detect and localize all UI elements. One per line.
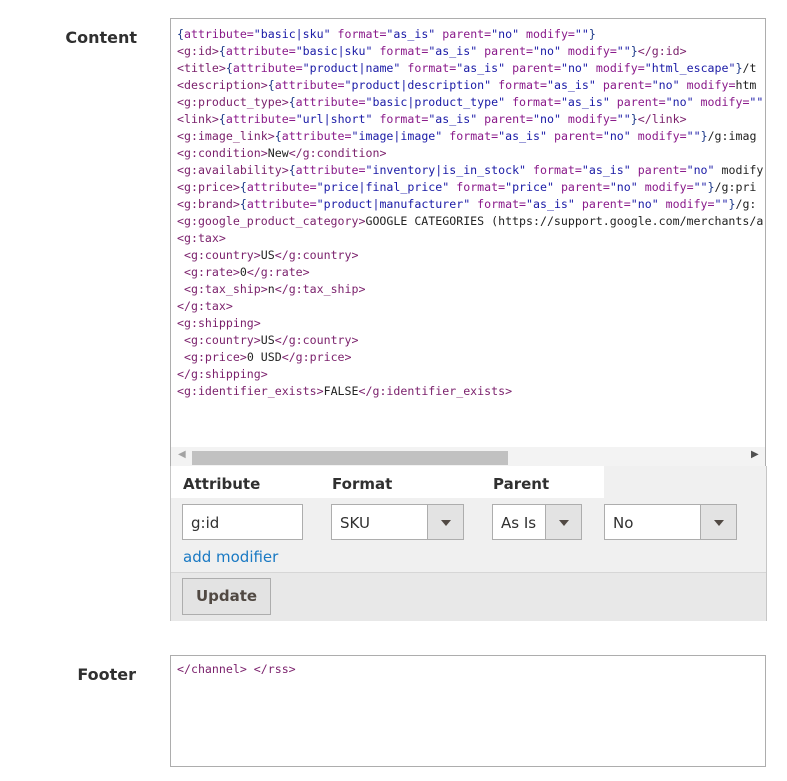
- parent-column-header: Parent: [493, 475, 550, 493]
- code-line: <g:country>US</g:country>: [183, 333, 359, 347]
- code-line: <g:image_link>{attribute="image|image" f…: [177, 129, 757, 143]
- content-code-lines[interactable]: {attribute="basic|sku" format="as_is" pa…: [177, 26, 763, 400]
- format-column-header: Format: [332, 475, 393, 493]
- content-editor[interactable]: {attribute="basic|sku" format="as_is" pa…: [170, 18, 766, 468]
- code-line: <g:tax_ship>n</g:tax_ship>: [183, 282, 366, 296]
- footer-code[interactable]: </channel> </rss>: [177, 661, 296, 678]
- content-label: Content: [65, 28, 137, 47]
- attribute-input[interactable]: g:id: [182, 504, 303, 540]
- code-line: <g:brand>{attribute="product|manufacture…: [177, 197, 757, 211]
- horizontal-scrollbar[interactable]: ◀ ▶: [171, 447, 765, 467]
- code-line: <g:country>US</g:country>: [183, 248, 359, 262]
- code-line: <g:availability>{attribute="inventory|is…: [177, 163, 764, 177]
- code-line: <g:identifier_exists>FALSE</g:identifier…: [177, 384, 513, 398]
- code-line: <title>{attribute="product|name" format=…: [177, 61, 757, 75]
- code-line: <g:price>0 USD</g:price>: [183, 350, 352, 364]
- format-select[interactable]: SKU: [331, 504, 464, 540]
- attribute-input-value: g:id: [191, 514, 220, 532]
- attribute-column-header: Attribute: [183, 475, 261, 493]
- scroll-left-arrow-icon[interactable]: ◀: [178, 449, 186, 460]
- code-line: </g:shipping>: [177, 367, 268, 381]
- code-line: <g:id>{attribute="basic|sku" format="as_…: [177, 44, 687, 58]
- parent-select-value: As Is: [501, 514, 537, 532]
- scroll-right-arrow-icon[interactable]: ▶: [751, 449, 759, 460]
- update-bar: Update: [171, 572, 766, 621]
- modifier-select-value: No: [613, 514, 634, 532]
- code-line: <g:shipping>: [177, 316, 261, 330]
- chevron-down-icon[interactable]: [427, 505, 463, 539]
- scrollbar-thumb[interactable]: [192, 451, 508, 465]
- modifier-select[interactable]: No: [604, 504, 737, 540]
- footer-label: Footer: [77, 665, 136, 684]
- format-select-value: SKU: [340, 514, 370, 532]
- add-modifier-link[interactable]: add modifier: [183, 548, 278, 566]
- code-line: <g:google_product_category>GOOGLE CATEGO…: [177, 214, 764, 228]
- attribute-editor-panel: Attribute Format Parent g:id SKU As Is N…: [170, 466, 767, 621]
- code-line: <g:price>{attribute="price|final_price" …: [177, 180, 757, 194]
- footer-editor[interactable]: </channel> </rss>: [170, 655, 766, 767]
- code-line: <link>{attribute="url|short" format="as_…: [177, 112, 687, 126]
- code-line: <g:condition>New</g:condition>: [177, 146, 387, 160]
- code-line: </g:tax>: [177, 299, 233, 313]
- chevron-down-icon[interactable]: [545, 505, 581, 539]
- update-button[interactable]: Update: [182, 578, 271, 615]
- code-line: <g:product_type>{attribute="basic|produc…: [177, 95, 764, 109]
- code-line: <g:rate>0</g:rate>: [183, 265, 310, 279]
- parent-select[interactable]: As Is: [492, 504, 582, 540]
- code-line: <description>{attribute="product|descrip…: [177, 78, 757, 92]
- code-line: {attribute="basic|sku" format="as_is" pa…: [177, 27, 596, 41]
- code-line: <g:tax>: [177, 231, 226, 245]
- chevron-down-icon[interactable]: [700, 505, 736, 539]
